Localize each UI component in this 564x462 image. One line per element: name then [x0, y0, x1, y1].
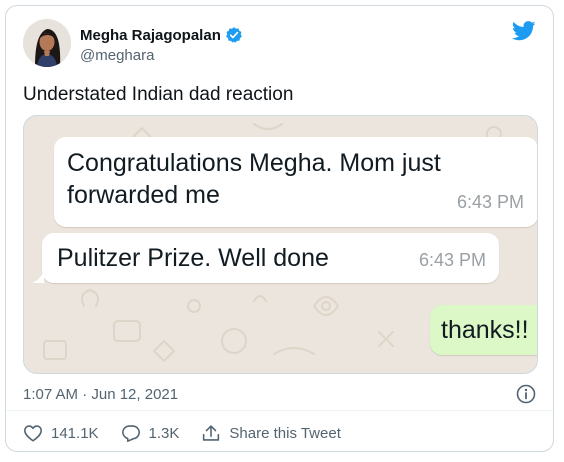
share-label: Share this Tweet: [229, 424, 341, 442]
reply-count: 1.3K: [148, 424, 180, 442]
author-handle[interactable]: @meghara: [80, 47, 154, 64]
chat-message-time: 6:43 PM: [456, 192, 524, 212]
tweet-timestamp[interactable]: 1:07 AM · Jun 12, 2021: [23, 386, 178, 403]
heart-icon: [24, 425, 42, 442]
reply-button[interactable]: 1.3K: [121, 424, 180, 442]
chat-message-outgoing: thanks!!: [430, 305, 537, 355]
chat-message-text: Pulitzer Prize. Well done: [57, 244, 329, 272]
share-button[interactable]: Share this Tweet: [201, 424, 341, 442]
tweet-card: Megha Rajagopalan @meghara Understated I…: [5, 5, 554, 452]
info-icon[interactable]: [516, 384, 536, 404]
like-count: 141.1K: [51, 424, 99, 442]
reply-icon: [121, 425, 140, 442]
chat-message-text: thanks!!: [441, 316, 529, 344]
chat-message-incoming-2: Pulitzer Prize. Well done 6:43 PM: [32, 233, 499, 283]
divider: [6, 410, 553, 411]
author-name-text[interactable]: Megha Rajagopalan: [80, 27, 221, 44]
tweet-actions: 141.1K 1.3K Share this Tweet: [23, 424, 363, 442]
tweet-media-image[interactable]: Congratulations Megha. Mom just forwarde…: [23, 115, 538, 374]
chat-message-incoming-1: Congratulations Megha. Mom just forwarde…: [54, 137, 537, 227]
twitter-bird-icon[interactable]: [511, 21, 536, 41]
tweet-text: Understated Indian dad reaction: [23, 84, 294, 105]
share-icon: [203, 425, 220, 441]
chat-message-text: Congratulations Megha. Mom just forwarde…: [67, 149, 441, 209]
verified-badge-icon: [225, 26, 243, 44]
author-name[interactable]: Megha Rajagopalan: [80, 26, 243, 44]
avatar[interactable]: [23, 19, 71, 67]
like-button[interactable]: 141.1K: [23, 424, 99, 442]
chat-message-time: 6:43 PM: [418, 250, 486, 270]
bubble-tail-shape: [32, 271, 44, 283]
